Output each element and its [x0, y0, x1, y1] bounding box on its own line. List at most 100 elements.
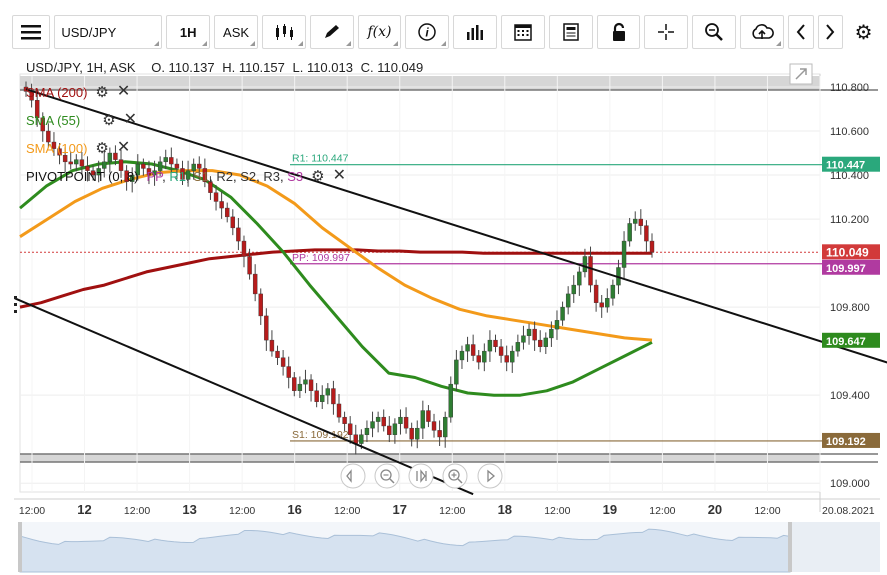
indicator-label: SMA (55): [26, 112, 81, 128]
indicator-sma100[interactable]: SMA (100) ⚙ ✕: [26, 140, 130, 156]
candle: [320, 394, 325, 402]
pivot-level-label: S1: 109.192: [292, 429, 349, 441]
price-type-select[interactable]: ASK: [214, 15, 258, 49]
interval-select[interactable]: 1H: [166, 15, 211, 49]
candle: [549, 328, 554, 339]
price-tag-label: 110.049: [826, 245, 869, 259]
gear-icon[interactable]: ⚙: [95, 85, 108, 100]
chart-area[interactable]: 110.800 110.600 110.400 110.200 109.800 109.4…: [0, 52, 887, 575]
cloud-upload-icon: [752, 24, 774, 39]
candle: [442, 416, 448, 438]
candle: [599, 302, 604, 308]
candle: [521, 335, 526, 343]
lock-button[interactable]: [596, 15, 641, 49]
candle: [236, 227, 241, 242]
pivot-key: S3: [287, 168, 304, 184]
x-tick-label: 12:00: [439, 505, 465, 517]
candle: [375, 416, 381, 422]
candle: [353, 434, 358, 444]
price-chart[interactable]: 110.800 110.600 110.400 110.200 109.800 109.4…: [0, 52, 887, 575]
nav-button-ring: [374, 463, 400, 489]
calendar-button[interactable]: [501, 15, 545, 49]
reset-nav-button[interactable]: [408, 463, 434, 489]
indicator-sma55[interactable]: SMA (55) ⚙ ✕: [26, 112, 137, 128]
candle: [431, 421, 437, 431]
chevron-left-nav-button[interactable]: [340, 463, 366, 489]
news-button[interactable]: [548, 15, 593, 49]
candle: [241, 240, 247, 257]
crosshair-button[interactable]: [644, 15, 689, 49]
gear-icon[interactable]: ⚙: [95, 141, 108, 156]
candle: [336, 403, 342, 418]
bottom-band: [20, 454, 820, 462]
top-band: [20, 76, 820, 90]
symbol-select[interactable]: USD/JPY: [54, 15, 163, 49]
high-value: H. 110.157: [222, 60, 285, 75]
plot-area[interactable]: [19, 73, 821, 493]
info-button[interactable]: i: [405, 15, 450, 49]
indicator-sma200[interactable]: SMA (200) ⚙ ✕: [26, 84, 130, 100]
candle: [381, 416, 386, 427]
candle: [247, 256, 252, 275]
candle: [269, 339, 275, 352]
chevron-right-nav-button[interactable]: [477, 463, 503, 489]
candle: [554, 320, 560, 330]
navigator[interactable]: [18, 522, 880, 573]
zoom-button[interactable]: [692, 15, 737, 49]
pivot-key: S1: [193, 168, 210, 184]
gear-icon[interactable]: ⚙: [311, 169, 324, 184]
prev-button[interactable]: [787, 15, 814, 49]
indicator-pivotpoint[interactable]: PIVOTPOINT (0, 8) PP, R1, S1, R2, S2, R3…: [26, 168, 346, 184]
candle: [297, 383, 303, 391]
x-tick-label: 12:00: [754, 505, 780, 517]
drag-handle-dot[interactable]: [14, 303, 17, 306]
candle: [420, 410, 426, 429]
close-icon[interactable]: ✕: [124, 112, 137, 128]
zoom-out-nav-button[interactable]: [374, 463, 400, 489]
candle: [219, 201, 224, 209]
navigator-handle-left[interactable]: [18, 522, 22, 572]
indicators-button[interactable]: f(x): [357, 15, 402, 49]
candle: [487, 339, 493, 352]
settings-button[interactable]: ⚙: [847, 15, 881, 49]
close-icon[interactable]: ✕: [117, 84, 130, 100]
candle: [303, 379, 308, 385]
candle: [538, 339, 543, 347]
symbol-value: USD/JPY: [61, 24, 117, 40]
candle: [577, 271, 582, 286]
candle: [627, 223, 632, 242]
gear-icon[interactable]: ⚙: [102, 113, 115, 128]
x-tick-label: 18: [498, 502, 512, 517]
low-value: L. 110.013: [292, 60, 353, 75]
y-tick-label: 110.400: [830, 170, 869, 182]
close-icon[interactable]: ✕: [117, 140, 130, 156]
zoom-in-nav-button[interactable]: [442, 463, 468, 489]
candle: [426, 410, 431, 422]
next-button[interactable]: [817, 15, 844, 49]
cloud-button[interactable]: [740, 15, 784, 49]
candle: [476, 355, 481, 363]
candle: [510, 350, 515, 363]
x-tick-label: 17: [392, 502, 406, 517]
pencil-icon: [324, 25, 339, 38]
candle: [258, 293, 263, 317]
candle: [560, 306, 565, 321]
close-icon[interactable]: ✕: [333, 168, 346, 184]
candle: [308, 379, 314, 391]
indicator-label: SMA (200): [26, 84, 88, 100]
candle: [225, 207, 230, 218]
chart-type-button[interactable]: [261, 15, 306, 49]
navigator-handle-right[interactable]: [788, 522, 792, 572]
drag-handle-dot[interactable]: [14, 296, 17, 299]
candle: [286, 366, 291, 378]
candle: [331, 388, 336, 405]
menu-button[interactable]: [12, 15, 51, 49]
candle: [610, 284, 616, 299]
volume-button[interactable]: [453, 15, 498, 49]
x-tick-label: 13: [182, 502, 196, 517]
candle: [448, 383, 453, 418]
drag-handle-dot[interactable]: [14, 310, 17, 313]
fullscreen-icon[interactable]: [789, 63, 813, 85]
candle: [409, 427, 414, 440]
draw-button[interactable]: [309, 15, 354, 49]
